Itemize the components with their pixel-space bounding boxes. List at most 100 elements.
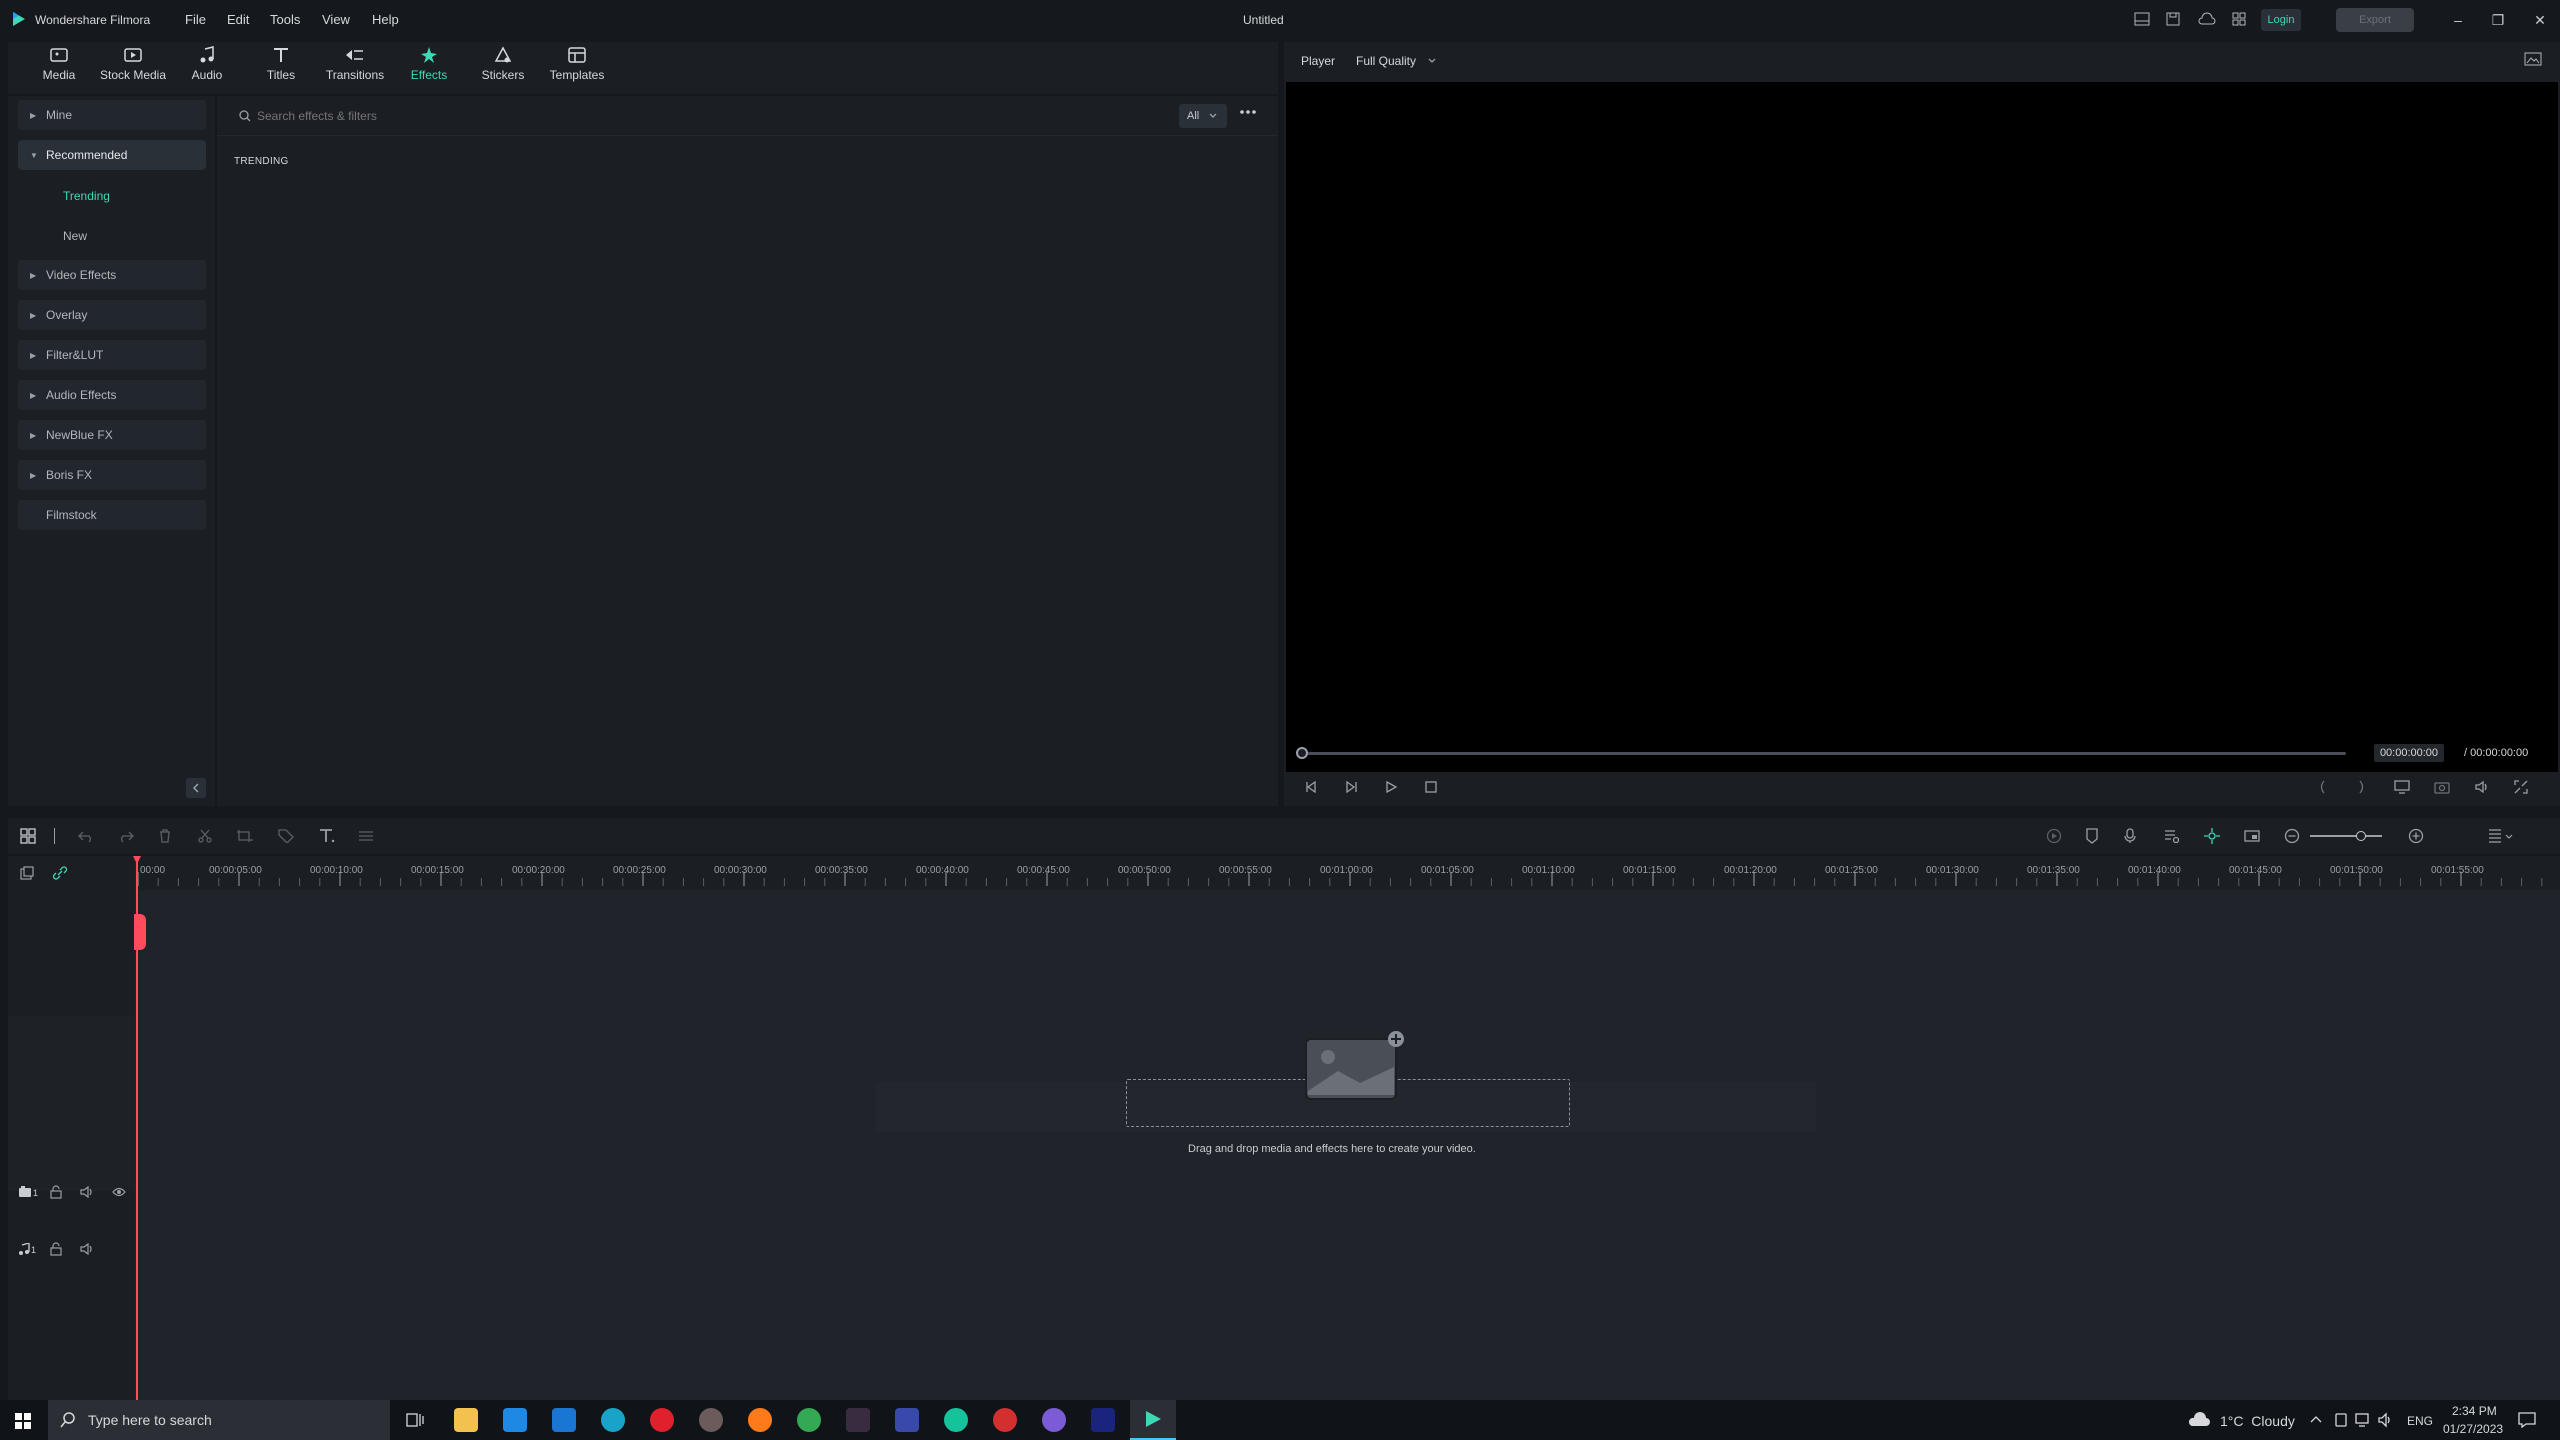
time-ruler[interactable]: 00:00 00:00:05:00 00:00:10:00 00:00:15:00 00… [136, 856, 2560, 890]
media-app-icon[interactable] [699, 1408, 723, 1432]
disk-app-icon[interactable] [895, 1408, 919, 1432]
layout-icon[interactable] [2134, 12, 2150, 26]
snapshot-icon[interactable] [2524, 52, 2542, 66]
collapse-sidebar-button[interactable] [186, 778, 206, 798]
app-icon[interactable] [1091, 1408, 1115, 1432]
sidebar-item-video-effects[interactable]: ▶ Video Effects [18, 260, 206, 290]
more-options-icon[interactable] [1239, 109, 1257, 115]
sidebar-item-overlay[interactable]: ▶ Overlay [18, 300, 206, 330]
sidebar-item-filter-lut[interactable]: ▶ Filter&LUT [18, 340, 206, 370]
record-app-icon[interactable] [993, 1408, 1017, 1432]
chevron-up-icon[interactable] [2310, 1414, 2322, 1424]
filmora-taskbar-active[interactable] [1130, 1400, 1176, 1440]
prev-frame-icon[interactable] [1304, 780, 1318, 794]
mark-in-icon[interactable] [2316, 780, 2326, 794]
progress-track[interactable] [1302, 752, 2346, 755]
pip-icon[interactable] [2244, 828, 2260, 844]
clock-date[interactable]: 01/27/2023 [2443, 1422, 2503, 1436]
menu-edit[interactable]: Edit [227, 12, 249, 27]
quality-dropdown[interactable]: Full Quality [1356, 50, 1456, 72]
render-preview-icon[interactable] [2046, 828, 2062, 844]
timeline-settings-icon[interactable] [2488, 828, 2514, 844]
tab-templates[interactable]: Templates [540, 46, 614, 92]
video-preview[interactable] [1286, 82, 2558, 772]
sidebar-item-audio-effects[interactable]: ▶ Audio Effects [18, 380, 206, 410]
tag-icon[interactable] [278, 829, 294, 843]
playhead-handle[interactable] [134, 914, 146, 950]
search-input[interactable] [257, 104, 877, 128]
file-explorer-icon[interactable] [454, 1408, 478, 1432]
split-icon[interactable] [198, 829, 212, 843]
tab-titles[interactable]: Titles [244, 46, 318, 92]
export-button[interactable]: Export [2336, 8, 2414, 32]
speaker-icon[interactable] [2378, 1412, 2394, 1428]
save-icon[interactable] [2166, 12, 2180, 26]
sidebar-item-mine[interactable]: ▶ Mine [18, 100, 206, 130]
sidebar-item-filmstock[interactable]: Filmstock [18, 500, 206, 530]
lock-icon[interactable] [50, 1242, 62, 1256]
add-track-icon[interactable] [20, 866, 34, 880]
weather-icon[interactable] [2186, 1412, 2212, 1428]
marker-icon[interactable] [2086, 828, 2098, 844]
delete-icon[interactable] [158, 829, 172, 843]
edge-icon[interactable] [601, 1408, 625, 1432]
fullscreen-icon[interactable] [2514, 780, 2528, 794]
menu-file[interactable]: File [185, 12, 206, 27]
network-icon[interactable] [2355, 1412, 2373, 1428]
zoom-slider-handle[interactable] [2356, 831, 2366, 841]
current-time[interactable]: 00:00:00:00 [2374, 744, 2444, 762]
chrome-icon[interactable] [797, 1408, 821, 1432]
tab-transitions[interactable]: Transitions [318, 46, 392, 92]
menu-view[interactable]: View [322, 12, 350, 27]
mark-out-icon[interactable] [2358, 780, 2368, 794]
slack-icon[interactable] [846, 1408, 870, 1432]
tab-media[interactable]: Media [22, 46, 96, 92]
camera-icon[interactable] [2434, 780, 2450, 794]
play-reverse-icon[interactable] [1344, 780, 1358, 794]
mute-icon[interactable] [80, 1186, 94, 1198]
viber-icon[interactable] [1042, 1408, 1066, 1432]
tray-app-icon[interactable] [2334, 1412, 2348, 1428]
apps-grid-icon[interactable] [2232, 12, 2246, 26]
tab-stock-media[interactable]: Stock Media [96, 46, 170, 92]
task-view-icon[interactable] [406, 1412, 424, 1428]
sidebar-subitem-trending[interactable]: Trending [63, 189, 110, 203]
lock-icon[interactable] [50, 1185, 62, 1199]
stop-icon[interactable] [1424, 780, 1438, 794]
firefox-icon[interactable] [748, 1408, 772, 1432]
sidebar-item-recommended[interactable]: ▼ Recommended [18, 140, 206, 170]
play-icon[interactable] [1384, 780, 1398, 794]
menu-tools[interactable]: Tools [270, 12, 300, 27]
link-icon[interactable] [52, 866, 68, 880]
grammarly-icon[interactable] [944, 1408, 968, 1432]
layout-grid-icon[interactable] [20, 828, 36, 844]
sidebar-subitem-new[interactable]: New [63, 229, 87, 243]
eye-icon[interactable] [112, 1187, 126, 1197]
weather-text[interactable]: 1°C Cloudy [2220, 1413, 2295, 1429]
restore-icon[interactable]: ❐ [2483, 8, 2513, 32]
mute-icon[interactable] [80, 1243, 94, 1255]
volume-icon[interactable] [2474, 780, 2490, 794]
zoom-out-icon[interactable] [2284, 828, 2300, 844]
tab-stickers[interactable]: Stickers [466, 46, 540, 92]
login-button[interactable]: Login [2261, 9, 2301, 31]
zoom-in-icon[interactable] [2408, 828, 2424, 844]
undo-icon[interactable] [78, 829, 94, 843]
redo-icon[interactable] [118, 829, 134, 843]
tab-audio[interactable]: Audio [170, 46, 244, 92]
taskbar-search[interactable]: Type here to search [48, 1400, 390, 1440]
close-icon[interactable]: ✕ [2525, 8, 2555, 32]
notification-icon[interactable] [2518, 1412, 2536, 1428]
mail-icon[interactable] [552, 1408, 576, 1432]
windows-start-icon[interactable] [15, 1413, 31, 1429]
clock-time[interactable]: 2:34 PM [2452, 1404, 2497, 1418]
microsoft-store-icon[interactable] [503, 1408, 527, 1432]
sidebar-item-newblue-fx[interactable]: ▶ NewBlue FX [18, 420, 206, 450]
tab-effects[interactable]: Effects [392, 46, 466, 92]
cloud-icon[interactable] [2198, 12, 2216, 26]
voiceover-list-icon[interactable] [2164, 828, 2180, 844]
adjust-icon[interactable] [358, 829, 374, 843]
text-icon[interactable] [318, 828, 336, 844]
crop-icon[interactable] [236, 829, 254, 843]
zoom-slider[interactable] [2310, 835, 2382, 837]
